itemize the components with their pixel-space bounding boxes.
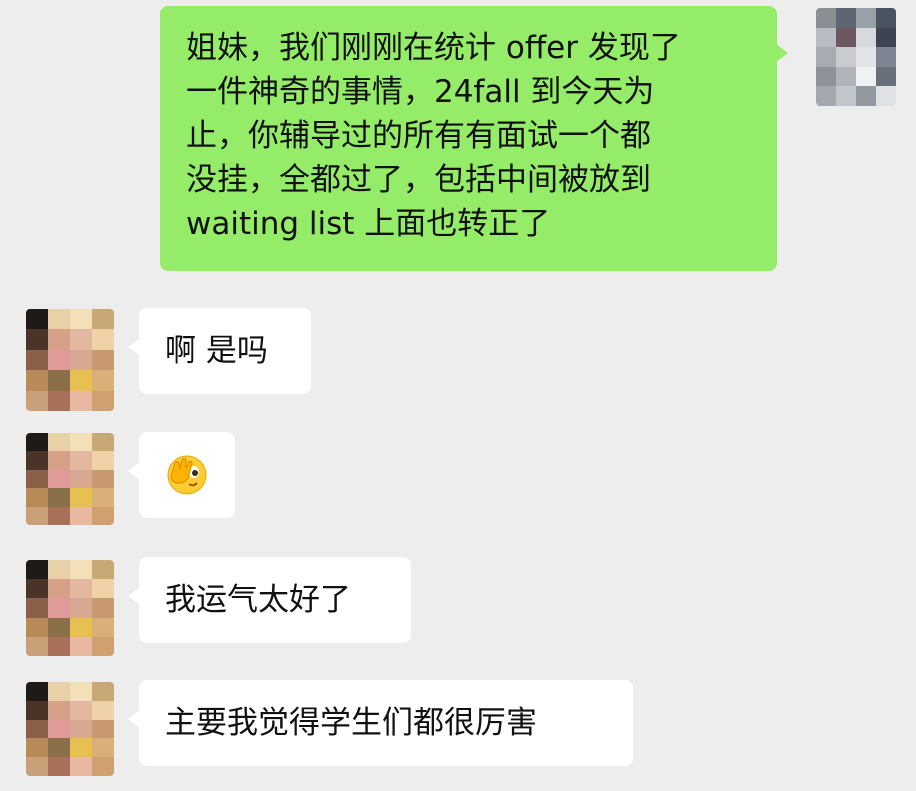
- message-text: 我运气太好了: [165, 582, 351, 618]
- incoming-message-bubble[interactable]: 主要我觉得学生们都很厉害: [128, 680, 633, 766]
- peer-avatar[interactable]: [26, 560, 114, 656]
- message-text: 姐妹，我们刚刚在统计 offer 发现了 一件神奇的事情，24fall 到今天为…: [186, 30, 681, 242]
- peer-avatar[interactable]: [26, 309, 114, 411]
- incoming-emoji-bubble[interactable]: [128, 432, 235, 518]
- face-with-hand-over-eye-emoji: [165, 453, 209, 497]
- incoming-message-bubble[interactable]: 啊 是吗: [128, 308, 311, 394]
- chat-window: 姐妹，我们刚刚在统计 offer 发现了 一件神奇的事情，24fall 到今天为…: [0, 0, 916, 791]
- message-text: 主要我觉得学生们都很厉害: [165, 705, 537, 741]
- peer-avatar[interactable]: [26, 682, 114, 776]
- incoming-message-bubble[interactable]: 我运气太好了: [128, 557, 411, 643]
- self-avatar[interactable]: [816, 8, 896, 106]
- outgoing-message-bubble[interactable]: 姐妹，我们刚刚在统计 offer 发现了 一件神奇的事情，24fall 到今天为…: [160, 6, 788, 271]
- message-text: 啊 是吗: [165, 333, 268, 369]
- peer-avatar[interactable]: [26, 433, 114, 525]
